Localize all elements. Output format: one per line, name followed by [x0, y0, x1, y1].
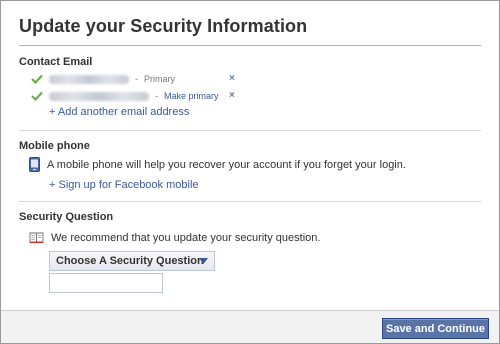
email-separator: - [135, 74, 138, 84]
add-email-link[interactable]: + Add another email address [49, 106, 189, 118]
mobile-signup-link[interactable]: + Sign up for Facebook mobile [49, 179, 199, 191]
contact-email-heading: Contact Email [19, 56, 93, 68]
security-question-selected: Choose A Security Question [56, 255, 204, 267]
dialog-footer: Save and Continue [1, 310, 499, 343]
security-info-text: We recommend that you update your securi… [51, 232, 321, 244]
check-icon [31, 74, 43, 84]
security-answer-input[interactable] [49, 273, 163, 293]
book-icon [29, 232, 44, 244]
title-divider [19, 45, 481, 46]
email-separator: - [155, 91, 158, 101]
save-and-continue-button[interactable]: Save and Continue [382, 318, 489, 339]
dialog-title: Update your Security Information [19, 16, 308, 36]
section-divider [19, 130, 481, 131]
mobile-phone-heading: Mobile phone [19, 140, 90, 152]
section-divider [19, 201, 481, 202]
primary-label: Primary [144, 74, 175, 84]
email-address-blurred [49, 74, 129, 84]
email-row-secondary: - Make primary [31, 89, 241, 103]
chevron-down-icon [199, 258, 208, 264]
make-primary-link[interactable]: Make primary [164, 91, 219, 101]
security-info-row: We recommend that you update your securi… [29, 232, 320, 244]
security-question-select[interactable]: Choose A Security Question [49, 251, 215, 271]
mobile-info-text: A mobile phone will help you recover you… [47, 158, 406, 171]
phone-icon [29, 157, 40, 172]
security-dialog: Update your Security Information Contact… [0, 0, 500, 344]
security-question-heading: Security Question [19, 211, 114, 223]
remove-email-icon[interactable]: × [229, 74, 235, 84]
mobile-info-row: A mobile phone will help you recover you… [29, 157, 406, 172]
check-icon [31, 91, 43, 101]
email-row-primary: - Primary [31, 72, 241, 86]
remove-email-icon[interactable]: × [229, 91, 235, 101]
email-address-blurred [49, 91, 149, 101]
